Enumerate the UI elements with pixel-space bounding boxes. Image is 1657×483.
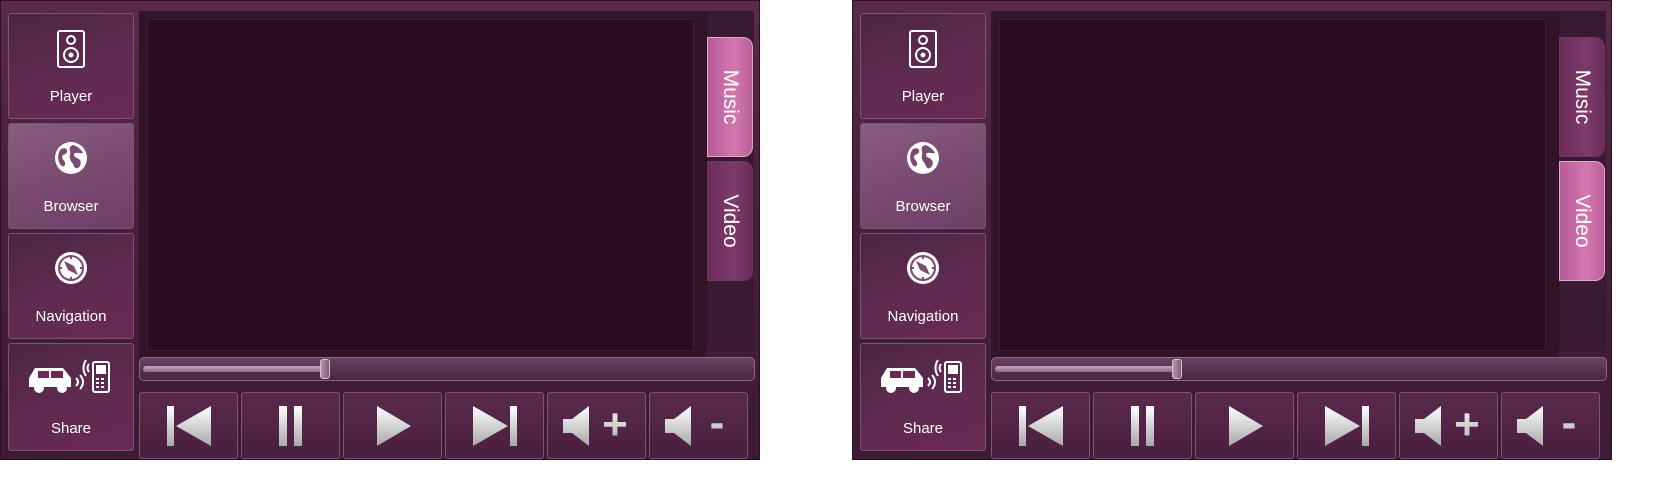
volume-down-icon: - [1516, 404, 1576, 447]
video-screen-frame [991, 11, 1558, 359]
skip-previous-icon [1018, 405, 1063, 446]
player-label: Player [49, 88, 93, 105]
tab-video[interactable]: Video [707, 161, 753, 281]
tab-music-label: Music [1571, 69, 1594, 125]
pause-icon [1130, 405, 1154, 446]
media-tab-rail: Music Video [706, 11, 754, 351]
navigation-button[interactable]: Navigation [8, 233, 134, 339]
player-button[interactable]: Player [8, 13, 134, 119]
globe-icon [861, 140, 985, 176]
car-phone-icon [9, 354, 133, 400]
volume-up-icon: + [562, 404, 628, 448]
tab-music[interactable]: Music [1559, 37, 1605, 157]
seek-fill [143, 366, 326, 372]
browser-button[interactable]: Browser [8, 123, 134, 229]
volume-up-symbol: + [602, 404, 628, 448]
car-phone-icon [861, 354, 985, 400]
video-screen[interactable] [999, 19, 1546, 351]
previous-button[interactable] [991, 392, 1090, 459]
tab-music[interactable]: Music [707, 37, 753, 157]
media-tab-rail: Music Video [1558, 11, 1606, 351]
navigation-button[interactable]: Navigation [860, 233, 986, 339]
video-screen[interactable] [147, 19, 694, 351]
browser-button[interactable]: Browser [860, 123, 986, 229]
globe-icon [9, 140, 133, 176]
media-panel-1: Player Browser Navigation Share Music Vi… [0, 0, 760, 460]
player-button[interactable]: Player [860, 13, 986, 119]
volume-up-icon: + [1414, 404, 1480, 448]
navigation-label: Navigation [887, 308, 959, 325]
skip-previous-icon [166, 405, 211, 446]
browser-label: Browser [895, 198, 951, 215]
play-icon [376, 405, 411, 446]
seek-fill [995, 366, 1178, 372]
tab-video-label: Video [1571, 194, 1594, 248]
browser-label: Browser [43, 198, 99, 215]
volume-down-button[interactable]: - [649, 392, 748, 459]
next-button[interactable] [1297, 392, 1396, 459]
tab-video-label: Video [719, 194, 742, 248]
video-screen-frame [139, 11, 706, 359]
volume-down-symbol: - [1561, 404, 1576, 447]
compass-icon [9, 250, 133, 286]
volume-down-symbol: - [709, 404, 724, 447]
media-panel-2: Player Browser Navigation Share Music Vi… [852, 0, 1612, 460]
volume-up-symbol: + [1454, 404, 1480, 448]
compass-icon [861, 250, 985, 286]
pause-button[interactable] [1093, 392, 1192, 459]
pause-icon [278, 405, 302, 446]
volume-up-button[interactable]: + [1399, 392, 1498, 459]
skip-next-icon [472, 405, 517, 446]
share-button[interactable]: Share [8, 343, 134, 451]
play-button[interactable] [1195, 392, 1294, 459]
seek-bar[interactable] [139, 357, 755, 381]
volume-down-icon: - [664, 404, 724, 447]
seek-thumb[interactable] [320, 359, 331, 379]
skip-next-icon [1324, 405, 1369, 446]
volume-down-button[interactable]: - [1501, 392, 1600, 459]
speaker-icon [9, 30, 133, 68]
next-button[interactable] [445, 392, 544, 459]
navigation-label: Navigation [35, 308, 107, 325]
tab-music-label: Music [719, 69, 742, 125]
previous-button[interactable] [139, 392, 238, 459]
player-label: Player [901, 88, 945, 105]
share-label: Share [50, 420, 92, 437]
pause-button[interactable] [241, 392, 340, 459]
tab-video[interactable]: Video [1559, 161, 1605, 281]
play-button[interactable] [343, 392, 442, 459]
play-icon [1228, 405, 1263, 446]
seek-bar[interactable] [991, 357, 1607, 381]
speaker-icon [861, 30, 985, 68]
volume-up-button[interactable]: + [547, 392, 646, 459]
share-button[interactable]: Share [860, 343, 986, 451]
share-label: Share [902, 420, 944, 437]
seek-thumb[interactable] [1172, 359, 1183, 379]
